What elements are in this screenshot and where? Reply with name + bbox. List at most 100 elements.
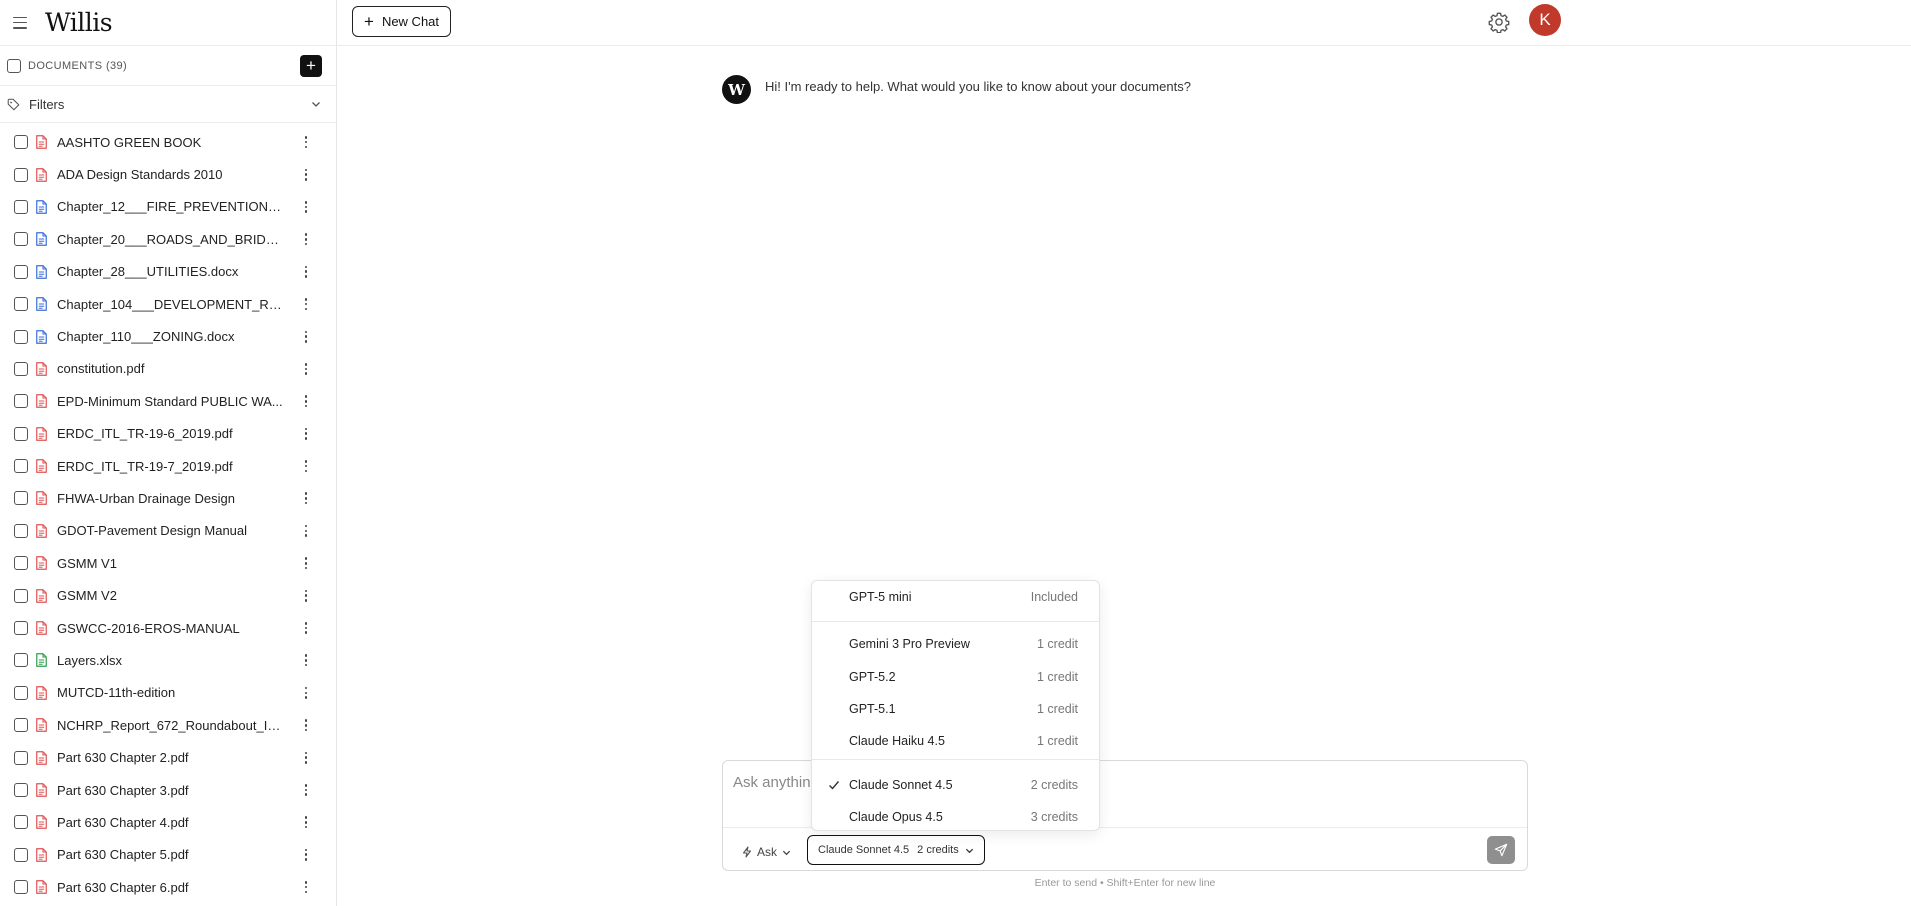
document-list-item[interactable]: EPD-Minimum Standard PUBLIC WA... bbox=[0, 385, 336, 417]
document-checkbox[interactable] bbox=[14, 556, 28, 571]
document-checkbox[interactable] bbox=[14, 264, 28, 279]
more-options-icon[interactable] bbox=[304, 362, 308, 375]
model-selector-button[interactable]: Claude Sonnet 4.5 2 credits bbox=[807, 835, 985, 865]
document-list-item[interactable]: constitution.pdf bbox=[0, 353, 336, 385]
model-option[interactable]: Claude Haiku 4.5 1 credit bbox=[812, 726, 1099, 756]
more-options-icon[interactable] bbox=[304, 816, 308, 829]
filters-toggle[interactable]: Filters bbox=[0, 86, 336, 123]
more-options-icon[interactable] bbox=[304, 298, 308, 311]
more-options-icon[interactable] bbox=[304, 524, 308, 537]
model-option[interactable]: GPT-5 mini Included bbox=[812, 582, 1099, 612]
more-options-icon[interactable] bbox=[304, 784, 308, 796]
select-all-checkbox[interactable] bbox=[7, 58, 21, 73]
more-options-icon[interactable] bbox=[304, 654, 308, 667]
more-options-icon[interactable] bbox=[304, 686, 308, 699]
document-list-item[interactable]: NCHRP_Report_672_Roundabout_Inf... bbox=[0, 709, 336, 741]
document-list-item[interactable]: Layers.xlsx bbox=[0, 644, 336, 676]
document-list-item[interactable]: Part 630 Chapter 3.pdf bbox=[0, 774, 336, 806]
document-checkbox[interactable] bbox=[14, 621, 28, 636]
document-list-item[interactable]: ERDC_ITL_TR-19-7_2019.pdf bbox=[0, 450, 336, 482]
document-checkbox[interactable] bbox=[14, 880, 28, 895]
more-options-icon[interactable] bbox=[304, 265, 308, 278]
more-options-icon[interactable] bbox=[304, 557, 308, 570]
document-list-item[interactable]: ERDC_ITL_TR-19-6_2019.pdf bbox=[0, 418, 336, 450]
more-options-icon[interactable] bbox=[304, 427, 308, 440]
document-list-item[interactable]: Part 630 Chapter 5.pdf bbox=[0, 839, 336, 871]
document-list-item[interactable]: Chapter_12___FIRE_PREVENTION_A... bbox=[0, 191, 336, 223]
document-checkbox[interactable] bbox=[14, 815, 28, 830]
document-checkbox[interactable] bbox=[14, 394, 28, 409]
more-options-icon[interactable] bbox=[304, 492, 308, 505]
pdf-file-icon bbox=[36, 362, 47, 376]
send-button[interactable] bbox=[1487, 836, 1515, 864]
document-checkbox[interactable] bbox=[14, 653, 28, 668]
more-options-icon[interactable] bbox=[304, 136, 308, 149]
model-option-name: GPT-5.2 bbox=[849, 670, 896, 684]
document-list-item[interactable]: FHWA-Urban Drainage Design bbox=[0, 482, 336, 514]
document-checkbox[interactable] bbox=[14, 199, 28, 214]
document-name: ERDC_ITL_TR-19-7_2019.pdf bbox=[57, 458, 233, 474]
more-options-icon[interactable] bbox=[304, 848, 308, 861]
more-options-icon[interactable] bbox=[304, 589, 308, 602]
document-list-item[interactable]: Part 630 Chapter 6.pdf bbox=[0, 871, 336, 903]
new-chat-button[interactable]: + New Chat bbox=[352, 6, 452, 37]
add-document-button[interactable]: + bbox=[300, 54, 322, 77]
more-options-icon[interactable] bbox=[304, 330, 308, 343]
documents-count-label: DOCUMENTS (39) bbox=[28, 59, 128, 72]
menu-icon[interactable] bbox=[13, 16, 27, 29]
send-icon bbox=[1494, 843, 1508, 857]
document-checkbox[interactable] bbox=[14, 297, 28, 312]
document-checkbox[interactable] bbox=[14, 588, 28, 603]
document-checkbox[interactable] bbox=[14, 459, 28, 474]
more-options-icon[interactable] bbox=[304, 751, 308, 764]
document-checkbox[interactable] bbox=[14, 783, 28, 797]
document-checkbox[interactable] bbox=[14, 718, 28, 733]
model-option[interactable]: GPT-5.2 1 credit bbox=[812, 662, 1099, 692]
document-checkbox[interactable] bbox=[14, 847, 28, 862]
model-option[interactable]: Claude Sonnet 4.5 2 credits bbox=[812, 770, 1099, 800]
document-list-item[interactable]: GSMM V2 bbox=[0, 579, 336, 611]
document-list-item[interactable]: AASHTO GREEN BOOK bbox=[0, 126, 336, 158]
document-list-item[interactable]: Chapter_110___ZONING.docx bbox=[0, 320, 336, 352]
selected-model-credits: 2 credits bbox=[917, 844, 959, 856]
document-checkbox[interactable] bbox=[14, 232, 28, 247]
document-checkbox[interactable] bbox=[14, 491, 28, 506]
model-option[interactable]: Gemini 3 Pro Preview 1 credit bbox=[812, 629, 1099, 659]
more-options-icon[interactable] bbox=[304, 233, 308, 246]
document-checkbox[interactable] bbox=[14, 135, 28, 150]
pdf-file-icon bbox=[36, 167, 47, 182]
document-name: FHWA-Urban Drainage Design bbox=[57, 490, 235, 506]
more-options-icon[interactable] bbox=[304, 719, 308, 732]
document-list-item[interactable]: Chapter_20___ROADS_AND_BRIDGE... bbox=[0, 223, 336, 255]
pdf-file-icon bbox=[36, 750, 47, 765]
more-options-icon[interactable] bbox=[304, 200, 308, 213]
more-options-icon[interactable] bbox=[304, 622, 308, 635]
document-list-item[interactable]: Part 630 Chapter 4.pdf bbox=[0, 806, 336, 838]
document-list-item[interactable]: GSMM V1 bbox=[0, 547, 336, 579]
gear-icon[interactable] bbox=[1488, 11, 1510, 33]
document-list-item[interactable]: Part 630 Chapter 2.pdf bbox=[0, 741, 336, 773]
document-list-item[interactable]: GSWCC-2016-EROS-MANUAL bbox=[0, 612, 336, 644]
document-list-item[interactable]: Chapter_28___UTILITIES.docx bbox=[0, 256, 336, 288]
user-avatar[interactable]: K bbox=[1529, 4, 1561, 36]
document-list-item[interactable]: GDOT-Pavement Design Manual bbox=[0, 515, 336, 547]
model-option-name: Claude Haiku 4.5 bbox=[849, 734, 945, 748]
document-checkbox[interactable] bbox=[14, 426, 28, 441]
model-option-name: Claude Opus 4.5 bbox=[849, 810, 943, 824]
mode-selector-button[interactable]: Ask bbox=[741, 840, 795, 864]
document-checkbox[interactable] bbox=[14, 685, 28, 700]
more-options-icon[interactable] bbox=[304, 168, 308, 181]
document-checkbox[interactable] bbox=[14, 329, 28, 344]
more-options-icon[interactable] bbox=[304, 460, 308, 473]
more-options-icon[interactable] bbox=[304, 881, 308, 894]
document-list-item[interactable]: MUTCD-11th-edition bbox=[0, 677, 336, 709]
document-checkbox[interactable] bbox=[14, 750, 28, 765]
document-list-item[interactable]: ADA Design Standards 2010 bbox=[0, 158, 336, 190]
model-option[interactable]: GPT-5.1 1 credit bbox=[812, 694, 1099, 724]
document-checkbox[interactable] bbox=[14, 361, 28, 376]
more-options-icon[interactable] bbox=[304, 395, 308, 408]
document-list-item[interactable]: Chapter_104___DEVELOPMENT_REG... bbox=[0, 288, 336, 320]
model-option[interactable]: Claude Opus 4.5 3 credits bbox=[812, 802, 1099, 832]
document-checkbox[interactable] bbox=[14, 523, 28, 538]
document-checkbox[interactable] bbox=[14, 167, 28, 182]
